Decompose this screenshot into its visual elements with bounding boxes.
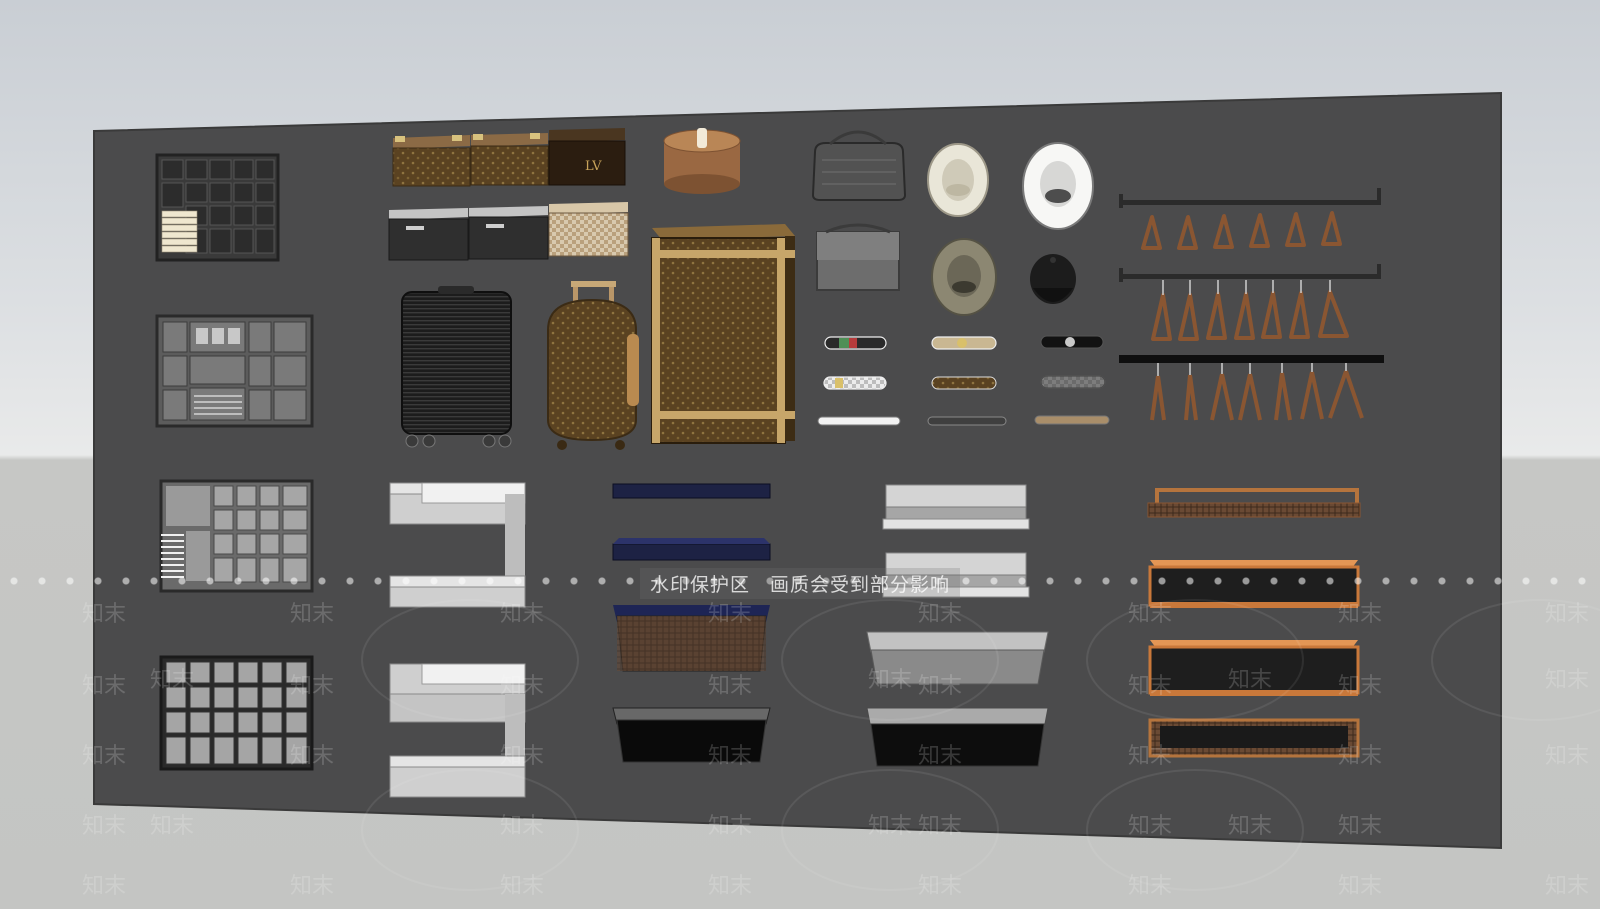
metal-drawer-1 [882,484,1030,530]
navy-shelf-2 [612,538,771,561]
watermark-logo: 知末 [1338,602,1383,627]
watermark-logo: 知末 [1228,814,1273,839]
fedora-hat-olive [931,238,997,316]
belt-row-3 [817,415,1110,426]
messenger-bag [816,223,900,291]
watermark-logo: 知末 [1228,668,1273,693]
watermark-logo: 知末 [500,874,545,899]
watermark-logo: 知末 [918,874,963,899]
suitcase-black [401,286,512,448]
watermark-logo: 知末 [918,674,963,699]
storage-box-plaid [548,202,629,257]
watermark-logo: 知末 [150,668,195,693]
baseball-cap-black [1030,254,1076,304]
watermark-logo: 知末 [290,674,335,699]
storage-box-dark: LV [548,128,626,186]
watermark-logo: 知末 [1128,674,1173,699]
watermark-notice: 水印保护区 画质会受到部分影响 [639,567,960,599]
watermark-logo: 知末 [918,744,963,769]
handbag-quilted [811,130,907,201]
watermark-logo: 知末 [708,744,753,769]
watermark-logo: 知末 [82,814,127,839]
sketchup-scene: LV [93,91,1600,891]
watermark-logo: 知末 [1128,744,1173,769]
storage-box-grey-1 [388,208,469,261]
belt-row-2 [823,375,1106,390]
hat-box-round [663,128,741,194]
watermark-logo: 知末 [1338,744,1383,769]
watermark-logo: 知末 [708,602,753,627]
storage-box-grey-2 [468,206,549,260]
svg-text:LV: LV [585,159,602,174]
watermark-logo: 知末 [1545,602,1590,627]
watermark-logo: 知末 [290,744,335,769]
watermark-logo: 知末 [1338,874,1383,899]
watermark-logo: 知末 [918,602,963,627]
watermark-logo: 知末 [1338,814,1383,839]
belt-row-1 [824,335,1104,350]
watermark-logo: 知末 [1128,814,1173,839]
cabinet-grid-small [155,153,280,262]
watermark-logo: 知末 [82,874,127,899]
watermark-logo: 知末 [290,874,335,899]
watermark-logo: 知末 [500,674,545,699]
watermark-logo: 知末 [708,814,753,839]
watermark-logo: 知末 [708,674,753,699]
watermark-logo: 知末 [1545,744,1590,769]
fedora-hat-white [1022,142,1094,230]
rattan-tray-2 [1148,718,1360,758]
watermark-logo: 知末 [500,602,545,627]
watermark-logo: 知末 [500,744,545,769]
watermark-logo: 知末 [868,668,913,693]
navy-shelf-1 [612,483,771,499]
watermark-logo: 知末 [82,674,127,699]
watermark-logo: 知末 [708,874,753,899]
fedora-hat-cream [927,143,989,217]
watermark-logo: 知末 [1338,674,1383,699]
watermark-logo: 知末 [868,814,913,839]
storage-box-lv-2 [470,133,549,186]
watermark-logo: 知末 [150,814,195,839]
watermark-logo: 知末 [500,814,545,839]
storage-box-lv-1 [392,135,471,187]
watermark-logo: 知末 [1128,874,1173,899]
steamer-trunk-lv [651,224,795,444]
cabinet-accessory-unit [155,314,314,428]
watermark-logo: 知末 [1545,668,1590,693]
watermark-logo: 知末 [918,814,963,839]
watermark-logo: 知末 [290,602,335,627]
watermark-logo: 知末 [1128,602,1173,627]
watermark-logo: 知末 [82,744,127,769]
watermark-logo: 知末 [82,602,127,627]
watermark-logo: 知末 [1545,874,1590,899]
